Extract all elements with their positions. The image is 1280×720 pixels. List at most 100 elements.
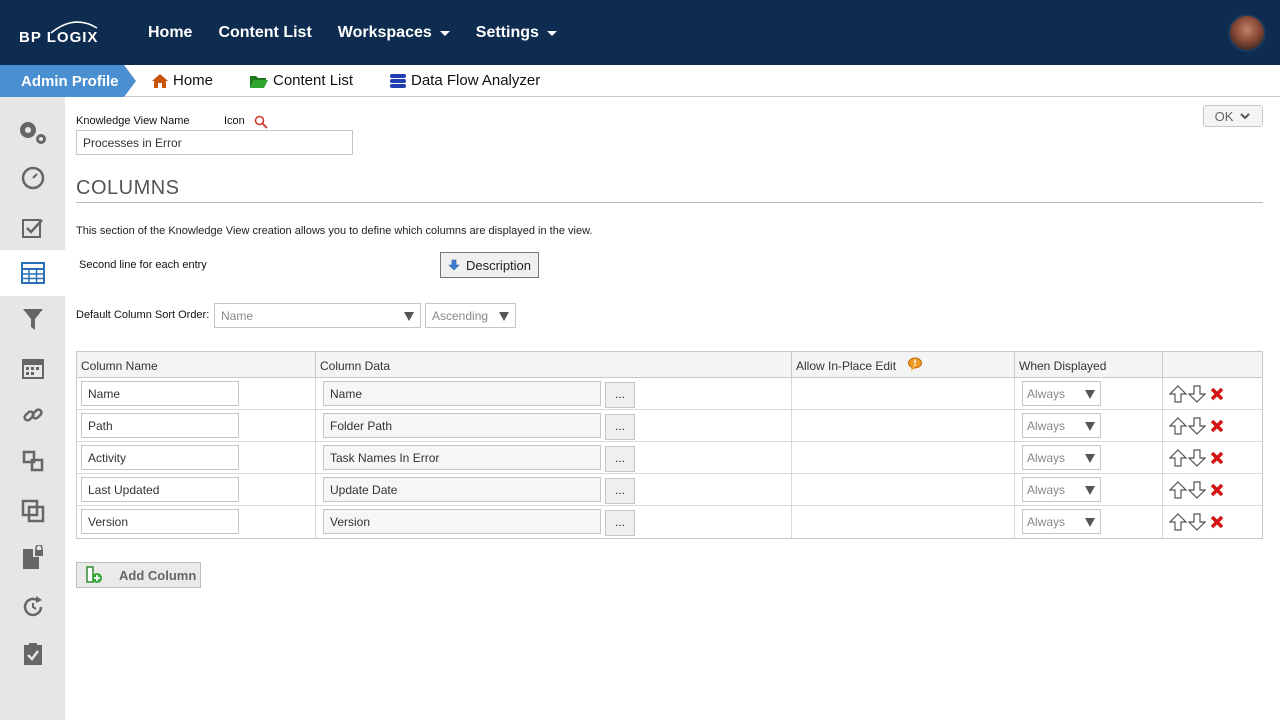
sidebar-item-calendar[interactable] (0, 345, 65, 391)
cell-column-data: Name ... (315, 378, 791, 410)
kv-name-label: Knowledge View Name (76, 115, 190, 127)
column-data-picker-button[interactable]: ... (605, 446, 635, 472)
chevron-down-icon (439, 30, 450, 36)
description-button[interactable]: Description (440, 252, 539, 278)
columns-table: Column Name Column Data Allow In-Place E… (76, 351, 1263, 539)
cell-when-displayed: Always (1014, 442, 1162, 474)
copy-icon (21, 499, 44, 523)
add-column-icon (86, 566, 102, 583)
delete-icon[interactable] (1209, 482, 1225, 501)
column-data-input[interactable]: Folder Path (323, 413, 601, 438)
cell-when-displayed: Always (1014, 410, 1162, 442)
add-column-button[interactable]: Add Column (76, 562, 201, 588)
cell-column-name: Version (77, 506, 315, 538)
sidebar-item-approvals[interactable] (0, 631, 65, 677)
user-avatar[interactable] (1228, 14, 1266, 52)
when-displayed-select[interactable]: Always (1022, 413, 1101, 438)
move-down-icon[interactable] (1187, 513, 1207, 534)
column-name-input[interactable]: Path (81, 413, 239, 438)
column-data-picker-button[interactable]: ... (605, 478, 635, 504)
nav-home[interactable]: Home (148, 24, 192, 42)
sort-field-select[interactable]: Name (214, 303, 421, 328)
delete-icon[interactable] (1209, 514, 1225, 533)
sort-direction-value: Ascending (432, 309, 489, 323)
column-data-input[interactable]: Task Names In Error (323, 445, 601, 470)
delete-icon[interactable] (1209, 386, 1225, 405)
cell-actions (1162, 442, 1262, 474)
breadcrumb-content-list[interactable]: Content List (249, 72, 353, 89)
folder-icon (250, 75, 268, 88)
breadcrumb-data-flow-analyzer-label: Data Flow Analyzer (411, 72, 541, 89)
breadcrumb-home[interactable]: Home (151, 72, 213, 89)
add-column-label: Add Column (119, 567, 197, 583)
chevron-down-icon (1240, 113, 1251, 120)
kv-name-input[interactable]: Processes in Error (76, 130, 353, 155)
when-displayed-value: Always (1027, 419, 1066, 433)
cell-column-name: Last Updated (77, 474, 315, 506)
column-data-picker-button[interactable]: ... (605, 510, 635, 536)
bp-logix-logo[interactable]: BP LOGIX (19, 20, 109, 46)
move-down-icon[interactable] (1187, 385, 1207, 406)
sidebar-item-history[interactable] (0, 584, 65, 630)
sidebar-item-table[interactable] (0, 250, 65, 296)
info-bubble-icon[interactable] (907, 357, 923, 371)
sidebar-item-relationships[interactable] (0, 438, 65, 484)
cell-column-data: Update Date ... (315, 474, 791, 506)
column-data-input[interactable]: Name (323, 381, 601, 406)
database-icon (390, 73, 406, 88)
move-up-icon[interactable] (1168, 385, 1188, 406)
sidebar-item-dashboard[interactable] (0, 155, 65, 201)
column-name-input[interactable]: Last Updated (81, 477, 239, 502)
sidebar-item-copies[interactable] (0, 488, 65, 534)
checklist-icon (21, 219, 43, 238)
nav-content-list-label: Content List (218, 24, 312, 41)
second-line-label: Second line for each entry (79, 259, 207, 271)
move-up-icon[interactable] (1168, 513, 1188, 534)
nav-workspaces-label: Workspaces (337, 24, 432, 41)
move-down-icon[interactable] (1187, 449, 1207, 470)
column-data-input[interactable]: Version (323, 509, 601, 534)
nav-settings[interactable]: Settings (476, 24, 557, 42)
sidebar-item-security[interactable] (0, 535, 65, 581)
sidebar-item-links[interactable] (0, 392, 65, 438)
cell-when-displayed: Always (1014, 474, 1162, 506)
when-displayed-select[interactable]: Always (1022, 477, 1101, 502)
sort-direction-select[interactable]: Ascending (425, 303, 516, 328)
move-up-icon[interactable] (1168, 417, 1188, 438)
column-data-input[interactable]: Update Date (323, 477, 601, 502)
cell-column-name: Activity (77, 442, 315, 474)
delete-icon[interactable] (1209, 418, 1225, 437)
column-data-picker-button[interactable]: ... (605, 414, 635, 440)
when-displayed-value: Always (1027, 451, 1066, 465)
move-down-icon[interactable] (1187, 417, 1207, 438)
nav-content-list[interactable]: Content List (218, 24, 311, 42)
icon-label: Icon (224, 115, 245, 127)
admin-profile-tab[interactable]: Admin Profile (0, 65, 136, 97)
column-name-input[interactable]: Activity (81, 445, 239, 470)
when-displayed-select[interactable]: Always (1022, 509, 1101, 534)
move-up-icon[interactable] (1168, 481, 1188, 502)
refresh-icon (23, 596, 42, 617)
cell-allow-edit (791, 378, 1014, 410)
table-row: Activity Task Names In Error ... Always (77, 442, 1262, 474)
ok-button[interactable]: OK (1203, 105, 1263, 127)
when-displayed-select[interactable]: Always (1022, 381, 1101, 406)
column-data-picker-button[interactable]: ... (605, 382, 635, 408)
admin-profile-label: Admin Profile (21, 73, 119, 90)
cell-allow-edit (791, 474, 1014, 506)
sidebar-item-filter[interactable] (0, 297, 65, 343)
description-button-label: Description (465, 257, 532, 273)
when-displayed-select[interactable]: Always (1022, 445, 1101, 470)
table-row: Last Updated Update Date ... Always (77, 474, 1262, 506)
move-down-icon[interactable] (1187, 481, 1207, 502)
nav-workspaces[interactable]: Workspaces (338, 24, 450, 42)
move-up-icon[interactable] (1168, 449, 1188, 470)
column-name-input[interactable]: Version (81, 509, 239, 534)
column-name-input[interactable]: Name (81, 381, 239, 406)
when-displayed-value: Always (1027, 387, 1066, 401)
sidebar-item-tasks[interactable] (0, 205, 65, 251)
sidebar-item-settings[interactable] (0, 109, 65, 155)
delete-icon[interactable] (1209, 450, 1225, 469)
breadcrumb-data-flow-analyzer[interactable]: Data Flow Analyzer (389, 72, 540, 89)
cell-actions (1162, 378, 1262, 410)
